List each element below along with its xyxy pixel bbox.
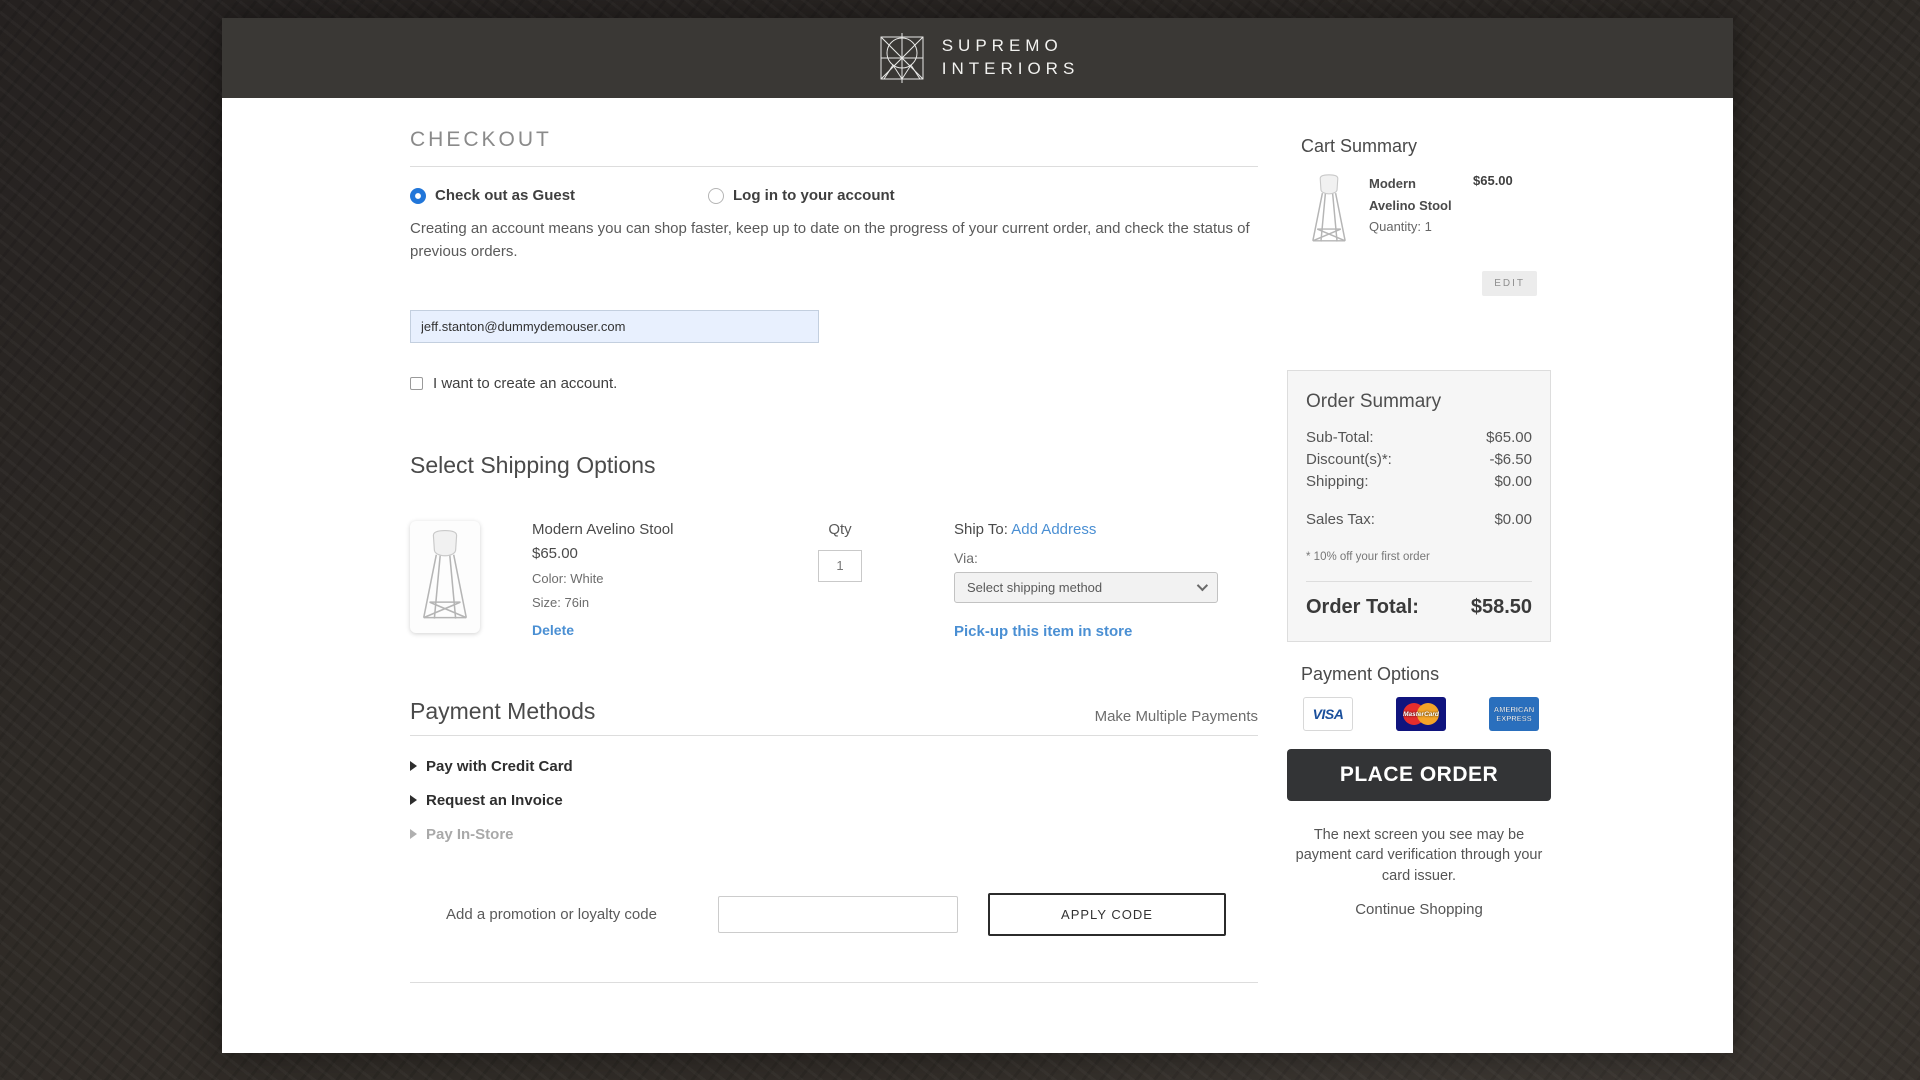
continue-shopping-link[interactable]: Continue Shopping [1287,901,1551,918]
qty-input[interactable] [818,550,862,582]
pay-in-store-option[interactable]: Pay In-Store [410,826,1258,843]
guest-radio-label: Check out as Guest [435,187,575,204]
caret-right-icon [410,761,417,771]
login-option[interactable]: Log in to your account [708,187,895,204]
pay-credit-card-option[interactable]: Pay with Credit Card [410,758,1258,775]
account-info-text: Creating an account means you can shop f… [410,217,1258,264]
caret-right-icon [410,795,417,805]
cart-item-thumbnail [1301,173,1357,249]
discount-row: Discount(s)*:-$6.50 [1306,449,1532,471]
login-radio[interactable] [708,188,724,204]
guest-checkout-option[interactable]: Check out as Guest [410,187,708,204]
product-details: Modern Avelino Stool $65.00 Color: White… [532,521,718,640]
shipping-section-title: Select Shipping Options [410,452,1258,479]
add-address-link[interactable]: Add Address [1011,521,1096,538]
site-header: SUPREMO INTERIORS [222,18,1733,98]
cart-summary-item: Modern Avelino Stool Quantity: 1 $65.00 [1301,173,1551,249]
cart-item-name-line1: Modern [1369,173,1469,195]
brand-logo-icon [876,31,928,85]
section-divider [410,982,1258,983]
product-price: $65.00 [532,545,718,562]
place-order-button[interactable]: PLACE ORDER [1287,749,1551,801]
order-summary-title: Order Summary [1306,391,1532,413]
checkout-mode-options: Check out as Guest Log in to your accoun… [410,187,1258,204]
desktop-background: SUPREMO INTERIORS CHECKOUT Check out as … [0,0,1920,1080]
payment-methods-title: Payment Methods [410,698,595,725]
product-color: Color: White [532,571,718,586]
order-summary-box: Order Summary Sub-Total:$65.00 Discount(… [1287,370,1551,642]
brand-logo[interactable]: SUPREMO INTERIORS [876,31,1080,85]
shipping-cost-row: Shipping:$0.00 [1306,471,1532,493]
cart-item-price: $65.00 [1473,173,1513,249]
product-name: Modern Avelino Stool [532,521,718,538]
amex-icon: AMERICAN EXPRESS [1489,697,1539,731]
edit-cart-button[interactable]: EDIT [1482,271,1537,296]
stool-image [416,528,474,626]
page-title: CHECKOUT [410,128,1258,167]
card-verification-note: The next screen you see may be payment c… [1287,825,1551,886]
product-image [410,521,480,633]
caret-right-icon [410,829,417,839]
shipping-method-value: Select shipping method [967,580,1197,595]
payment-options-title: Payment Options [1287,664,1551,685]
promo-code-label: Add a promotion or loyalty code [446,906,674,923]
sales-tax-row: Sales Tax:$0.00 [1306,509,1532,531]
promo-code-row: Add a promotion or loyalty code APPLY CO… [410,893,1258,936]
discount-note: * 10% off your first order [1306,551,1532,563]
guest-radio[interactable] [410,188,426,204]
delete-item-link[interactable]: Delete [532,622,574,638]
promo-code-input[interactable] [718,896,958,933]
apply-code-button[interactable]: APPLY CODE [988,893,1226,936]
cart-item-info: Modern Avelino Stool Quantity: 1 [1369,173,1469,249]
create-account-row[interactable]: I want to create an account. [410,375,1258,392]
cart-line-item: Modern Avelino Stool $65.00 Color: White… [410,521,1258,640]
payment-methods-header: Payment Methods Make Multiple Payments [410,698,1258,736]
checkout-page-card: SUPREMO INTERIORS CHECKOUT Check out as … [222,18,1733,1053]
email-field[interactable] [410,310,819,343]
create-account-label: I want to create an account. [433,375,617,392]
cart-summary-title: Cart Summary [1301,136,1551,157]
qty-label: Qty [780,521,900,538]
make-multiple-payments-link[interactable]: Make Multiple Payments [1095,708,1258,725]
cart-item-quantity: Quantity: 1 [1369,219,1469,234]
stool-image [1307,173,1351,247]
request-invoice-option[interactable]: Request an Invoice [410,792,1258,809]
ship-to-column: Ship To: Add Address Via: Select shippin… [954,521,1218,640]
accepted-cards-row: VISA MasterCard AMERICAN EXPRESS [1287,697,1551,731]
product-size: Size: 76in [532,595,718,610]
pickup-in-store-link[interactable]: Pick-up this item in store [954,623,1218,640]
create-account-checkbox[interactable] [410,377,423,390]
visa-icon: VISA [1303,697,1353,731]
cart-summary: Cart Summary [1287,136,1551,296]
order-summary-divider [1306,581,1532,582]
subtotal-row: Sub-Total:$65.00 [1306,427,1532,449]
order-total-label: Order Total: [1306,596,1419,619]
mastercard-icon: MasterCard [1396,697,1446,731]
order-total-row: Order Total: $58.50 [1306,596,1532,619]
brand-name: SUPREMO INTERIORS [942,35,1080,81]
chevron-down-icon [1197,580,1208,591]
login-radio-label: Log in to your account [733,187,895,204]
payment-methods-accordion: Pay with Credit Card Request an Invoice … [410,758,1258,843]
ship-to-label: Ship To: [954,521,1008,538]
shipping-method-select[interactable]: Select shipping method [954,572,1218,603]
order-total-value: $58.50 [1471,596,1532,619]
quantity-column: Qty [780,521,900,640]
via-label: Via: [954,550,1218,566]
checkout-sidebar: Cart Summary [1287,98,1551,918]
cart-item-name-line2: Avelino Stool [1369,195,1469,217]
